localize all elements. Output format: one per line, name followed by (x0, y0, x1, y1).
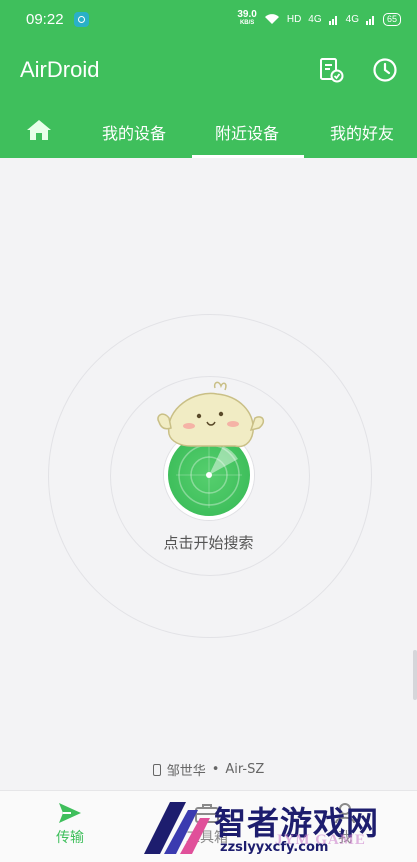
document-check-button[interactable] (317, 56, 345, 84)
sim2-indicator: 4G (345, 13, 359, 25)
phone-icon (152, 763, 161, 776)
watermark-logo (144, 802, 210, 854)
mascot-illustration (157, 381, 265, 448)
current-device-info: 邹世华 • Air-SZ (0, 760, 417, 779)
notification-app-icon (73, 11, 89, 27)
signal-icon (328, 15, 337, 25)
sim1-indicator: 4G (308, 13, 322, 25)
tab-my-devices[interactable]: 我的设备 (102, 120, 166, 144)
app-screen: 09:22 39.0 KB/S HD 4G 4G 65 AirDroid 我的设… (0, 0, 417, 862)
clock-icon (373, 58, 397, 82)
home-icon[interactable] (26, 118, 52, 142)
device-name: Air-SZ (225, 762, 265, 777)
device-separator: • (211, 762, 220, 777)
active-tab-indicator (192, 155, 304, 158)
app-title: AirDroid (20, 57, 100, 82)
scroll-handle[interactable] (413, 650, 417, 700)
history-button[interactable] (371, 56, 399, 84)
signal-icon (365, 15, 374, 25)
document-check-icon (320, 58, 344, 83)
watermark-url: zzslyyxcfy.com (220, 840, 329, 855)
app-bar-actions (317, 56, 399, 84)
device-owner: 邹世华 (166, 764, 206, 779)
tab-my-friends[interactable]: 我的好友 (330, 120, 394, 144)
hd-indicator: HD (286, 13, 302, 25)
battery-indicator: 65 (382, 12, 401, 26)
status-bar: 09:22 39.0 KB/S HD 4G 4G 65 (0, 0, 417, 38)
nav-transfer-label: 传输 (56, 830, 84, 846)
nav-transfer[interactable]: 传输 (35, 799, 105, 847)
app-bar: AirDroid (0, 38, 417, 102)
start-search-label[interactable]: 点击开始搜索 (0, 532, 417, 553)
wifi-icon (264, 14, 279, 24)
status-time: 09:22 (26, 10, 64, 28)
tab-bar: 我的设备 附近设备 我的好友 (0, 102, 417, 158)
network-speed: 39.0 KB/S (237, 9, 257, 27)
watermark: 智者游戏网 JYM GAME zzslyyxcfy.com (140, 796, 417, 862)
send-icon (59, 803, 81, 823)
tab-nearby-devices[interactable]: 附近设备 (215, 120, 279, 144)
status-indicators: 39.0 KB/S HD 4G 4G 65 (237, 9, 401, 27)
